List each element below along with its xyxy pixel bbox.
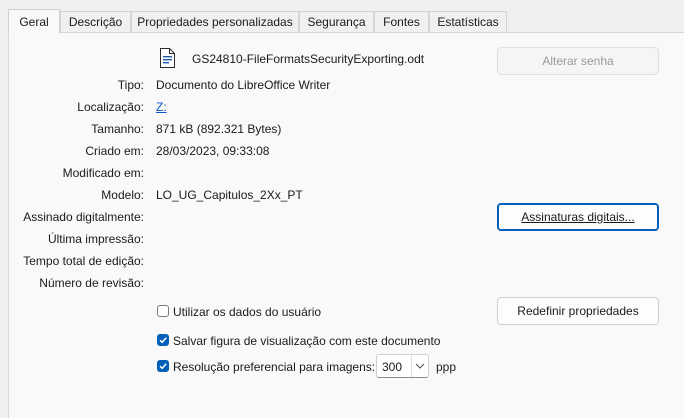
preferred-resolution-checkbox[interactable] (157, 360, 169, 372)
resolution-unit: ppp (436, 360, 457, 374)
checkmark-icon (159, 363, 167, 370)
size-label: Tamanho: (91, 122, 144, 136)
save-preview-checkbox[interactable] (157, 334, 169, 346)
document-icon (159, 48, 175, 68)
created-value: 28/03/2023, 09:33:08 (156, 144, 270, 158)
tab-propriedades-personalizadas[interactable]: Propriedades personalizadas (131, 11, 299, 32)
location-label: Localização: (77, 100, 144, 114)
save-preview-label[interactable]: Salvar figura de visualização com este d… (173, 334, 440, 348)
type-value: Documento do LibreOffice Writer (156, 78, 331, 92)
tab-bar: Geral Descrição Propriedades personaliza… (0, 0, 684, 33)
template-label: Modelo: (101, 188, 144, 202)
created-label: Criado em: (85, 144, 144, 158)
revision-label: Número de revisão: (39, 276, 144, 290)
use-user-data-label[interactable]: Utilizar os dados do usuário (173, 305, 321, 319)
reset-properties-button[interactable]: Redefinir propriedades (497, 297, 659, 325)
location-link[interactable]: Z: (156, 100, 167, 114)
type-label: Tipo: (117, 78, 144, 92)
tab-descricao[interactable]: Descrição (60, 11, 131, 32)
preferred-resolution-label[interactable]: Resolução preferencial para imagens: (173, 360, 375, 374)
size-value: 871 kB (892.321 Bytes) (156, 122, 282, 136)
template-value: LO_UG_Capitulos_2Xx_PT (156, 188, 303, 202)
digital-signatures-label: Assinaturas digitais... (521, 210, 635, 224)
tab-geral[interactable]: Geral (8, 9, 60, 33)
use-user-data-checkbox[interactable] (157, 305, 169, 317)
last-printed-label: Última impressão: (47, 232, 144, 246)
signed-label: Assinado digitalmente: (23, 210, 144, 224)
tab-fontes[interactable]: Fontes (374, 11, 429, 32)
resolution-combobox[interactable]: 300 (376, 354, 429, 378)
tab-estatisticas[interactable]: Estatísticas (429, 11, 507, 32)
editing-time-label: Tempo total de edição: (23, 254, 144, 268)
resolution-value[interactable]: 300 (382, 360, 402, 374)
digital-signatures-button[interactable]: Assinaturas digitais... (497, 203, 659, 231)
modified-label: Modificado em: (62, 166, 144, 180)
file-name: GS24810-FileFormatsSecurityExporting.odt (192, 52, 425, 66)
chevron-down-icon[interactable] (411, 355, 428, 377)
change-password-button[interactable]: Alterar senha (497, 47, 659, 75)
tab-seguranca[interactable]: Segurança (299, 11, 374, 32)
checkmark-icon (159, 337, 167, 344)
